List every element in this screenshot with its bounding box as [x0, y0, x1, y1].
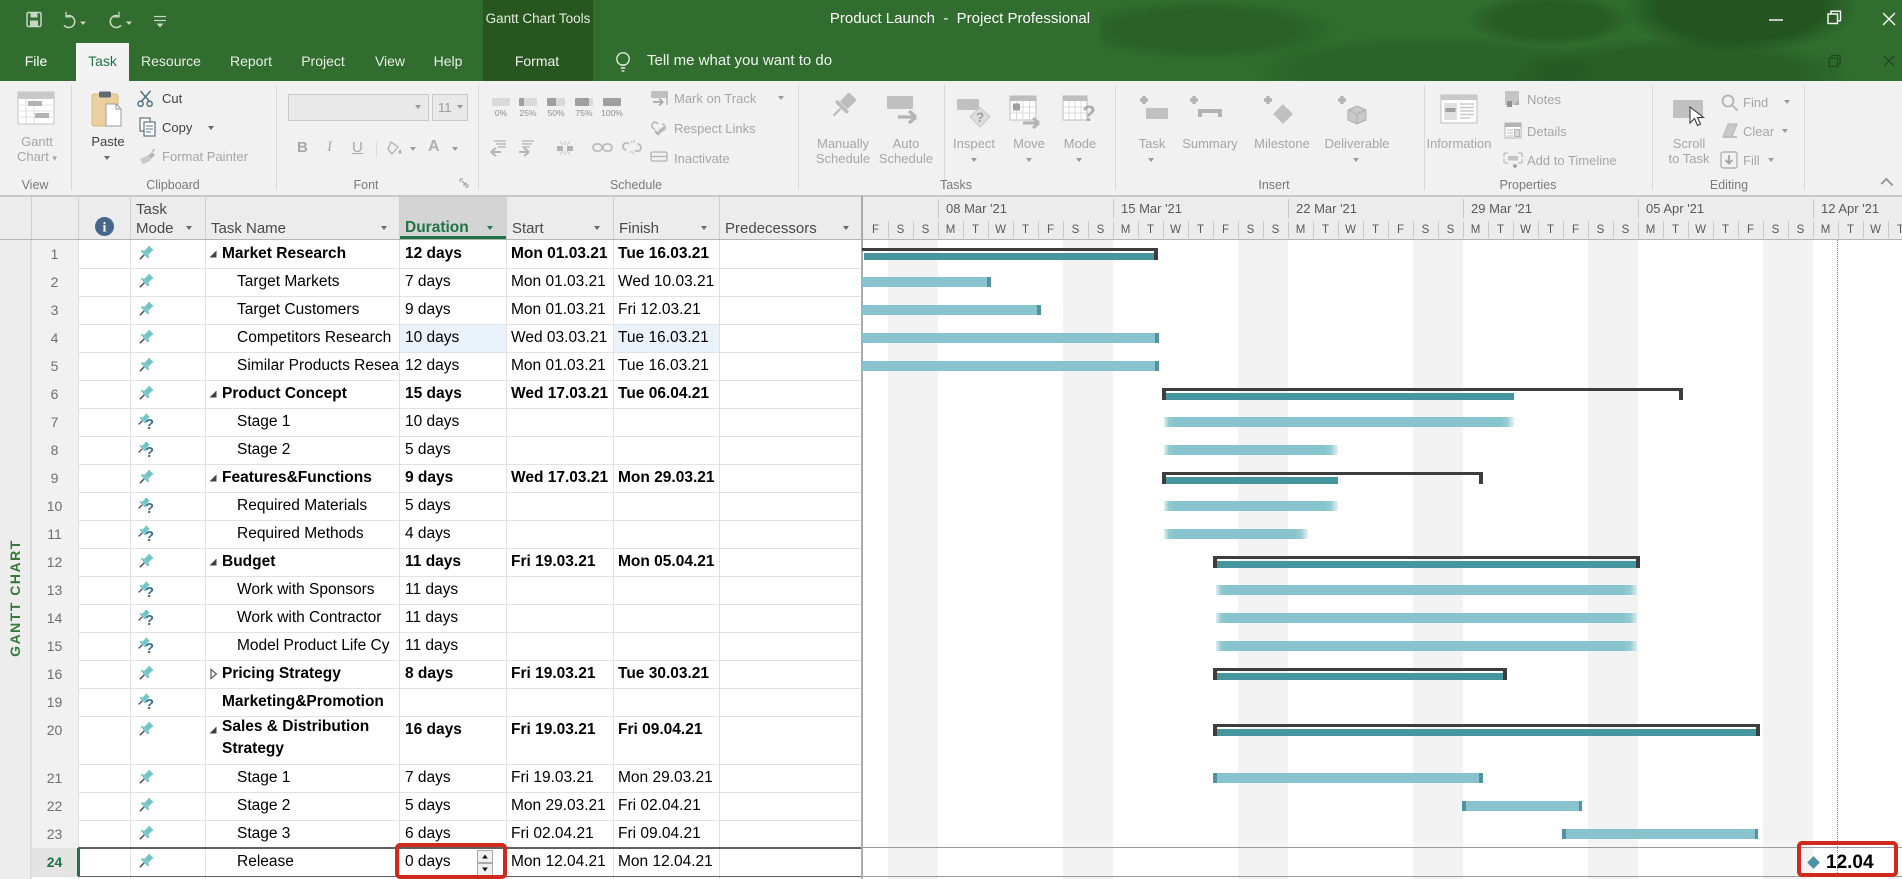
svg-text:i: i [103, 221, 107, 236]
svg-text:?: ? [145, 528, 154, 544]
svg-text:?: ? [145, 696, 154, 712]
svg-text:?: ? [976, 109, 985, 125]
svg-text:?: ? [145, 416, 154, 432]
svg-text:?: ? [145, 612, 154, 628]
svg-text:?: ? [145, 584, 154, 600]
svg-text:?: ? [145, 640, 154, 656]
svg-text:?: ? [1082, 101, 1095, 126]
svg-text:?: ? [145, 444, 154, 460]
svg-text:?: ? [145, 500, 154, 516]
